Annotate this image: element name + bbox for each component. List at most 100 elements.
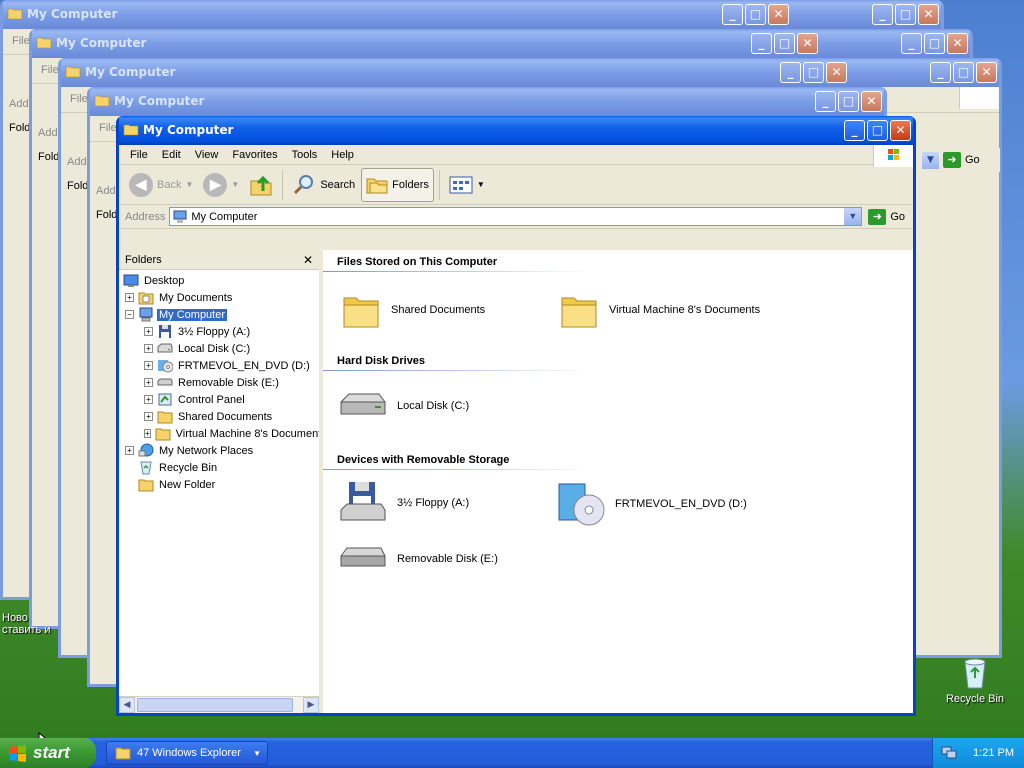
tree-node-vm8-documents[interactable]: + Virtual Machine 8's Documents bbox=[119, 425, 319, 442]
title-bar[interactable]: My Computer _ □ ✕ bbox=[119, 116, 913, 145]
maximize-button[interactable]: □ bbox=[953, 62, 974, 83]
expand-icon[interactable]: + bbox=[125, 446, 134, 455]
tree-label: My Documents bbox=[159, 291, 233, 304]
close-button[interactable]: ✕ bbox=[797, 33, 818, 54]
go-button[interactable]: ➜ Go bbox=[862, 208, 913, 225]
expand-icon[interactable]: + bbox=[125, 293, 134, 302]
maximize-button[interactable]: □ bbox=[867, 120, 888, 141]
expand-icon[interactable]: + bbox=[144, 361, 153, 370]
title-bar[interactable]: My Computer _ □ ✕ _ □ ✕ bbox=[61, 58, 999, 87]
search-button[interactable]: Search bbox=[288, 168, 359, 202]
expand-icon[interactable]: + bbox=[144, 395, 153, 404]
item-dvd-d[interactable]: FRTMEVOL_EN_DVD (D:) bbox=[557, 480, 747, 528]
forward-button[interactable]: ▶ ▼ bbox=[199, 168, 243, 202]
active-explorer-window[interactable]: My Computer _ □ ✕ File Edit View Favorit… bbox=[116, 116, 916, 716]
item-removable-disk-e[interactable]: Removable Disk (E:) bbox=[339, 544, 498, 574]
menu-item-edit[interactable]: Edit bbox=[155, 149, 188, 161]
address-input[interactable]: My Computer ▼ bbox=[169, 207, 863, 226]
minimize-button[interactable]: _ bbox=[930, 62, 951, 83]
menu-item-file[interactable]: File bbox=[70, 93, 88, 105]
tree-node-removable-e[interactable]: + Removable Disk (E:) bbox=[119, 374, 319, 391]
back-dropdown-icon: ▼ bbox=[185, 180, 194, 189]
expand-icon[interactable]: + bbox=[144, 429, 151, 438]
go-button[interactable]: ➜ Go bbox=[943, 152, 980, 168]
maximize-button[interactable]: □ bbox=[774, 33, 795, 54]
close-button[interactable]: ✕ bbox=[890, 120, 911, 141]
menu-item-view[interactable]: View bbox=[188, 149, 226, 161]
maximize-button[interactable]: □ bbox=[803, 62, 824, 83]
desktop-recycle-bin[interactable]: Recycle Bin bbox=[940, 656, 1010, 705]
item-floppy-a[interactable]: 3½ Floppy (A:) bbox=[339, 480, 469, 526]
item-label: Removable Disk (E:) bbox=[397, 553, 498, 565]
menu-item-help[interactable]: Help bbox=[324, 149, 361, 161]
maximize-button[interactable]: □ bbox=[838, 91, 859, 112]
menu-item-favorites[interactable]: Favorites bbox=[225, 149, 284, 161]
tree-node-my-network-places[interactable]: + My Network Places bbox=[119, 442, 319, 459]
menu-bar: File Edit View Favorites Tools Help bbox=[119, 145, 913, 167]
tree-node-shared-documents[interactable]: + Shared Documents bbox=[119, 408, 319, 425]
window-title: My Computer bbox=[143, 123, 234, 137]
item-local-disk-c[interactable]: Local Disk (C:) bbox=[339, 388, 469, 424]
minimize-button[interactable]: _ bbox=[722, 4, 743, 25]
close-folders-pane-icon[interactable]: ✕ bbox=[303, 253, 313, 267]
maximize-button[interactable]: □ bbox=[895, 4, 916, 25]
title-bar[interactable]: My Computer _ □ ✕ _ □ ✕ bbox=[32, 29, 970, 58]
title-bar[interactable]: My Computer _ □ ✕ bbox=[90, 87, 884, 116]
menu-item-tools[interactable]: Tools bbox=[285, 149, 325, 161]
item-vm8-documents[interactable]: Virtual Machine 8's Documents bbox=[559, 290, 760, 330]
close-button[interactable]: ✕ bbox=[976, 62, 997, 83]
up-folder-button[interactable] bbox=[245, 168, 277, 202]
address-dropdown-arrow[interactable]: ▼ bbox=[844, 208, 862, 225]
menu-item-file[interactable]: File bbox=[123, 149, 155, 161]
expand-icon[interactable]: + bbox=[144, 412, 153, 421]
tree-node-desktop[interactable]: Desktop bbox=[119, 272, 319, 289]
tree-node-my-computer[interactable]: − My Computer bbox=[119, 306, 319, 323]
tree-label: Local Disk (C:) bbox=[178, 342, 251, 355]
network-tray-icon[interactable] bbox=[941, 746, 957, 760]
scroll-left-arrow-icon[interactable]: ◀ bbox=[119, 697, 135, 713]
expand-icon[interactable]: + bbox=[144, 327, 153, 336]
back-button[interactable]: ◀ Back ▼ bbox=[125, 168, 197, 202]
dvd-icon bbox=[558, 483, 605, 526]
title-bar[interactable]: My Computer _ □ ✕ _ □ ✕ bbox=[3, 0, 941, 29]
expand-icon[interactable]: + bbox=[144, 344, 153, 353]
folders-button[interactable]: Folders bbox=[361, 167, 434, 202]
tree-node-dvd-d[interactable]: + FRTMEVOL_EN_DVD (D:) bbox=[119, 357, 319, 374]
maximize-button[interactable]: □ bbox=[745, 4, 766, 25]
menu-item-file[interactable]: File bbox=[12, 35, 30, 47]
start-button[interactable]: start bbox=[0, 738, 96, 768]
maximize-button[interactable]: □ bbox=[924, 33, 945, 54]
minimize-button[interactable]: _ bbox=[815, 91, 836, 112]
close-button[interactable]: ✕ bbox=[918, 4, 939, 25]
close-button[interactable]: ✕ bbox=[826, 62, 847, 83]
folders-horizontal-scrollbar[interactable]: ◀ ▶ bbox=[119, 696, 319, 713]
scrollbar-thumb[interactable] bbox=[137, 698, 293, 712]
window-title: My Computer bbox=[56, 36, 147, 50]
tree-node-recycle-bin[interactable]: Recycle Bin bbox=[119, 459, 319, 476]
minimize-button[interactable]: _ bbox=[780, 62, 801, 83]
minimize-button[interactable]: _ bbox=[872, 4, 893, 25]
minimize-button[interactable]: _ bbox=[901, 33, 922, 54]
minimize-button[interactable]: _ bbox=[844, 120, 865, 141]
collapse-icon[interactable]: − bbox=[125, 310, 134, 319]
close-button[interactable]: ✕ bbox=[768, 4, 789, 25]
clock[interactable]: 1:21 PM bbox=[973, 747, 1014, 759]
taskbar-button-windows-explorer[interactable]: 47 Windows Explorer ▼ bbox=[106, 741, 268, 765]
item-label: Virtual Machine 8's Documents bbox=[609, 304, 761, 316]
close-button[interactable]: ✕ bbox=[861, 91, 882, 112]
expand-icon[interactable]: + bbox=[144, 378, 153, 387]
tree-node-control-panel[interactable]: + Control Panel bbox=[119, 391, 319, 408]
minimize-button[interactable]: _ bbox=[751, 33, 772, 54]
item-shared-documents[interactable]: Shared Documents bbox=[341, 290, 485, 330]
tree-node-new-folder[interactable]: New Folder bbox=[119, 476, 319, 493]
group-header-removable-storage: Devices with Removable Storage bbox=[337, 454, 509, 466]
tree-node-local-disk-c[interactable]: + Local Disk (C:) bbox=[119, 340, 319, 357]
close-button[interactable]: ✕ bbox=[947, 33, 968, 54]
scroll-right-arrow-icon[interactable]: ▶ bbox=[303, 697, 319, 713]
menu-item-file[interactable]: File bbox=[41, 64, 59, 76]
tree-node-my-documents[interactable]: + My Documents bbox=[119, 289, 319, 306]
address-dropdown-arrow[interactable]: ▼ bbox=[922, 151, 939, 169]
tree-node-floppy[interactable]: + 3½ Floppy (A:) bbox=[119, 323, 319, 340]
menu-item-file[interactable]: File bbox=[99, 122, 117, 134]
views-button[interactable]: ▼ bbox=[445, 168, 489, 202]
